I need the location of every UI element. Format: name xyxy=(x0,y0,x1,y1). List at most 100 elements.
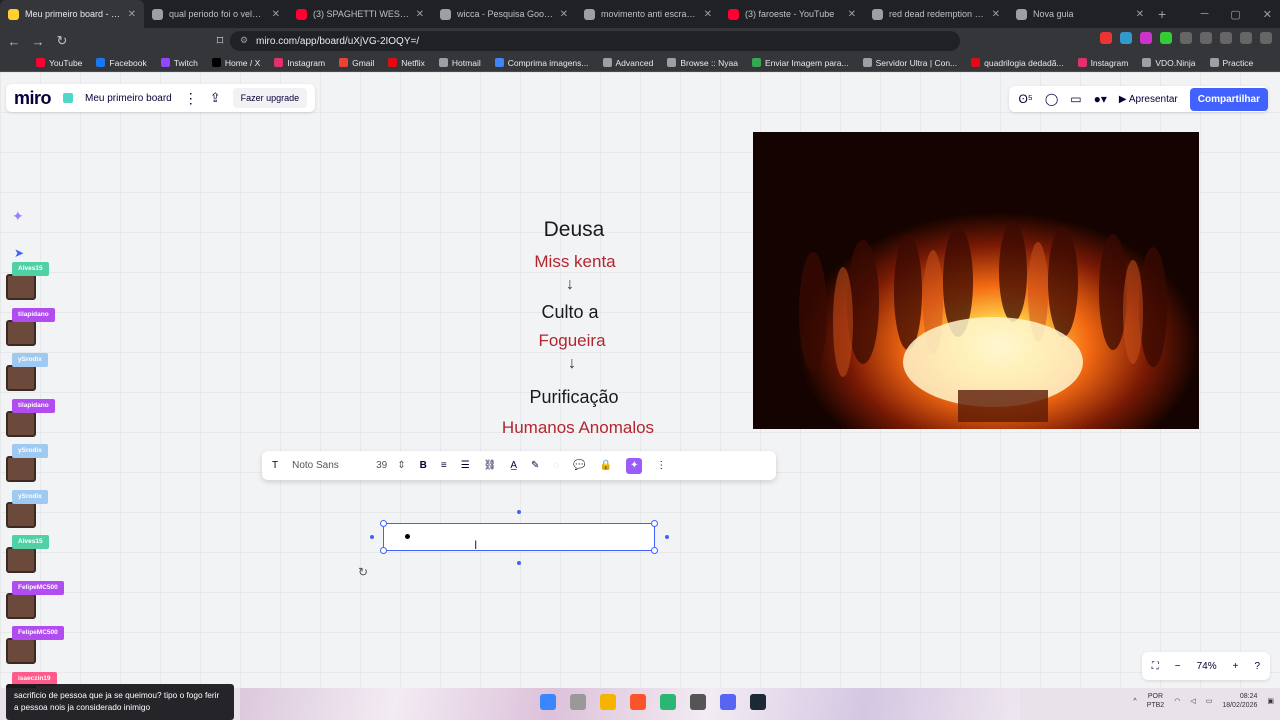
collaborator-avatar[interactable] xyxy=(6,547,36,573)
url-field[interactable]: ⚙ miro.com/app/board/uXjVG-2IOQY=/ xyxy=(230,31,960,51)
extension-icon[interactable] xyxy=(1140,32,1152,44)
browser-tab[interactable]: red dead redemption 2 ritual - ✕ xyxy=(864,0,1008,28)
user-avatar-icon[interactable]: ●▾ xyxy=(1094,92,1107,106)
board-menu-icon[interactable]: ⋮ xyxy=(184,90,198,107)
text-color-icon[interactable]: A̲ xyxy=(510,460,517,471)
collaborator-avatar[interactable] xyxy=(6,501,36,528)
highlight-icon[interactable]: ✎ xyxy=(531,460,539,471)
font-size-selector[interactable]: 39 ⇕ xyxy=(376,460,406,471)
menu-icon[interactable] xyxy=(1260,32,1272,44)
profile-icon[interactable] xyxy=(1240,32,1252,44)
tray-chevron-icon[interactable]: ^ xyxy=(1133,698,1136,705)
font-size-stepper-icon[interactable]: ⇕ xyxy=(397,460,405,471)
reload-icon[interactable]: ↻ xyxy=(52,33,72,49)
close-tab-icon[interactable]: ✕ xyxy=(416,9,424,20)
browser-tab[interactable]: movimento anti escravista - Pe ✕ xyxy=(576,0,720,28)
sidebar-icon[interactable] xyxy=(1220,32,1232,44)
more-options-icon[interactable]: ⋮ xyxy=(656,460,666,471)
zoom-in-icon[interactable]: + xyxy=(1233,661,1239,672)
share-button[interactable]: Compartilhar xyxy=(1189,87,1268,111)
close-tab-icon[interactable]: ✕ xyxy=(848,9,856,20)
browser-tab[interactable]: (3) faroeste - YouTube ✕ xyxy=(720,0,864,28)
present-button[interactable]: ▶ Apresentar xyxy=(1119,94,1178,105)
browser-tab[interactable]: wicca - Pesquisa Google ✕ xyxy=(432,0,576,28)
text-type-icon[interactable]: T xyxy=(272,460,278,471)
collaborator-avatar[interactable] xyxy=(6,274,36,300)
select-cursor-icon[interactable]: ➤ xyxy=(14,246,24,260)
bookmark-item[interactable]: Twitch xyxy=(160,58,198,68)
maximize-icon[interactable]: ▢ xyxy=(1230,8,1240,21)
clock[interactable]: 08:24 18/02/2026 xyxy=(1222,692,1257,710)
reactions-icon[interactable]: ʘ⁵ xyxy=(1019,92,1033,106)
search-icon[interactable] xyxy=(570,694,586,710)
bookmark-item[interactable]: Facebook xyxy=(96,58,147,68)
connector-point[interactable] xyxy=(370,535,374,539)
bookmark-item[interactable]: Servidor Ultra | Con... xyxy=(862,58,957,68)
lock-icon[interactable]: 🔒 xyxy=(600,460,612,471)
upgrade-button[interactable]: Fazer upgrade xyxy=(232,88,308,108)
text-box-editing[interactable] xyxy=(383,523,655,551)
bookmark-item[interactable]: Gmail xyxy=(339,58,374,68)
discord-icon[interactable] xyxy=(720,694,736,710)
video-icon[interactable]: ▭ xyxy=(1070,92,1081,106)
connector-point[interactable] xyxy=(517,510,521,514)
bookmark-item[interactable]: VDO.Ninja xyxy=(1142,58,1196,68)
file-explorer-icon[interactable] xyxy=(600,694,616,710)
rotate-icon[interactable]: ↻ xyxy=(358,565,368,579)
node-culto[interactable]: Culto a xyxy=(455,302,685,323)
browser-tab[interactable]: Meu primeiro board - Miro ✕ xyxy=(0,0,144,28)
browser-tab[interactable]: (3) SPAGHETTI WESTERN BELLA ✕ xyxy=(288,0,432,28)
bonfire-ritual-image[interactable] xyxy=(753,132,1199,429)
close-window-icon[interactable]: ✕ xyxy=(1263,8,1272,21)
collaborator-avatar[interactable] xyxy=(6,319,36,346)
forward-icon[interactable]: → xyxy=(28,34,48,49)
resize-handle[interactable] xyxy=(651,520,658,527)
close-tab-icon[interactable]: ✕ xyxy=(704,9,712,20)
bookmark-item[interactable]: Advanced xyxy=(602,58,653,68)
bookmark-item[interactable]: Browse :: Nyaa xyxy=(667,58,738,68)
font-selector[interactable]: Noto Sans xyxy=(292,460,362,471)
node-fogueira[interactable]: Fogueira xyxy=(457,331,687,351)
collaborator-avatar[interactable] xyxy=(6,365,36,391)
bookmark-item[interactable]: Instagram xyxy=(1077,58,1128,68)
ai-sparkle-icon[interactable]: ✦ xyxy=(626,457,643,474)
chat-icon[interactable]: ◯ xyxy=(1045,92,1058,106)
bold-icon[interactable]: B xyxy=(420,460,427,471)
bookmark-item[interactable]: Practice xyxy=(1209,58,1253,68)
close-tab-icon[interactable]: ✕ xyxy=(560,9,568,20)
bookmark-item[interactable]: Enviar Imagem para... xyxy=(751,58,849,68)
resize-handle[interactable] xyxy=(651,547,658,554)
app-icon[interactable] xyxy=(690,694,706,710)
browser-tab[interactable]: Nova guia ✕ xyxy=(1008,0,1152,28)
collaborator-avatar[interactable] xyxy=(6,456,36,482)
zoom-level[interactable]: 74% xyxy=(1197,661,1217,672)
resize-handle[interactable] xyxy=(380,547,387,554)
link-icon[interactable]: ⛓ xyxy=(484,460,497,471)
board-name[interactable]: Meu primeiro board xyxy=(85,93,172,104)
bookmark-item[interactable]: YouTube xyxy=(36,58,82,68)
bookmark-item[interactable]: Instagram xyxy=(274,58,325,68)
node-humanos-anomalos[interactable]: Humanos Anomalos xyxy=(463,418,693,438)
bookmark-item[interactable]: Netflix xyxy=(388,58,425,68)
wifi-icon[interactable]: ◠ xyxy=(1174,697,1180,705)
export-icon[interactable]: ⇪ xyxy=(210,90,221,106)
app-icon[interactable] xyxy=(660,694,676,710)
fit-screen-icon[interactable]: ⛶ xyxy=(1152,661,1159,672)
collaborator-avatar[interactable] xyxy=(6,592,36,619)
back-icon[interactable]: ← xyxy=(4,34,24,49)
connector-point[interactable] xyxy=(665,535,669,539)
align-icon[interactable]: ≡ xyxy=(441,460,447,471)
browser-tab[interactable]: qual periodo foi o velho oeste ✕ xyxy=(144,0,288,28)
language-indicator[interactable]: POR PTB2 xyxy=(1147,692,1165,710)
brave-browser-icon[interactable] xyxy=(630,694,646,710)
extension-icon[interactable] xyxy=(1160,32,1172,44)
comment-icon[interactable]: 💬 xyxy=(573,460,585,471)
battery-icon[interactable]: ▭ xyxy=(1206,697,1213,705)
ai-sparkle-icon[interactable]: ✦ xyxy=(12,208,24,225)
steam-icon[interactable] xyxy=(750,694,766,710)
miro-logo[interactable]: miro xyxy=(14,88,52,109)
media-icon[interactable] xyxy=(1200,32,1212,44)
bookmark-item[interactable]: Hotmail xyxy=(438,58,481,68)
bookmark-item[interactable]: Home / X xyxy=(211,58,260,68)
collaborator-avatar[interactable] xyxy=(6,410,36,437)
